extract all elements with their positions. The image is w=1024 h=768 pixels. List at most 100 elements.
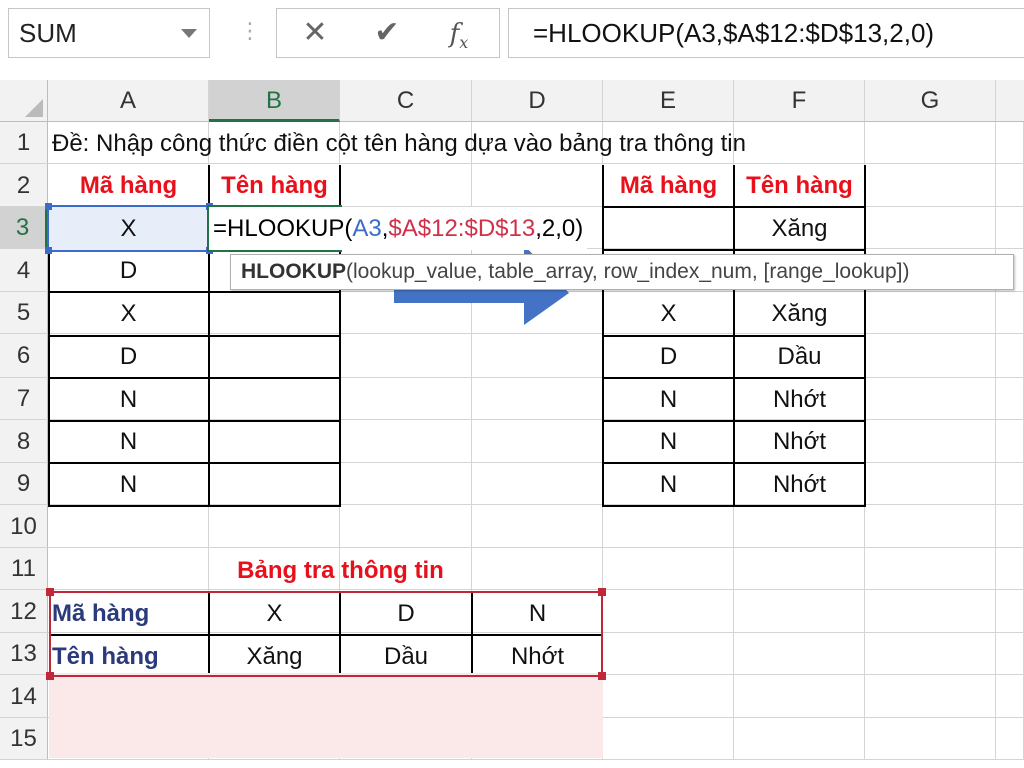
function-tooltip[interactable]: HLOOKUP(lookup_value, table_array, row_i… (230, 254, 1014, 290)
cell-f13[interactable] (734, 633, 865, 675)
row-header-10[interactable]: 10 (0, 505, 48, 548)
cell-g1[interactable] (865, 122, 996, 164)
cell-d6[interactable] (472, 334, 603, 378)
cell-d10[interactable] (472, 505, 603, 548)
cell-f8[interactable]: Nhớt (734, 421, 865, 463)
cell-e14[interactable] (603, 675, 734, 718)
cell-h1[interactable] (996, 122, 1024, 164)
range-handle-tr[interactable] (598, 588, 606, 596)
cell-a9[interactable]: N (48, 463, 209, 506)
formula-input[interactable]: =HLOOKUP(A3,$A$12:$D$13,2,0) (508, 8, 1024, 58)
row-header-7[interactable]: 7 (0, 378, 48, 420)
cell-e3[interactable] (603, 207, 734, 249)
cell-e10[interactable] (603, 505, 734, 548)
cell-h2[interactable] (996, 164, 1024, 207)
cell-e6[interactable]: D (603, 336, 734, 378)
cell-a8[interactable]: N (48, 421, 209, 463)
cell-h5[interactable] (996, 292, 1024, 334)
cell-b9[interactable] (209, 463, 340, 505)
col-header-b[interactable]: B (209, 80, 340, 122)
cell-h11[interactable] (996, 548, 1024, 590)
cell-d8[interactable] (472, 420, 603, 463)
range-handle-bl[interactable] (46, 672, 54, 680)
cell-b7[interactable] (209, 378, 340, 420)
cell-h6[interactable] (996, 334, 1024, 378)
cell-g14[interactable] (865, 675, 996, 718)
insert-function-icon[interactable]: fx (429, 9, 489, 57)
cell-e5[interactable]: X (603, 292, 734, 336)
cell-h8[interactable] (996, 420, 1024, 463)
cell-h7[interactable] (996, 378, 1024, 420)
row-header-3[interactable]: 3 (0, 207, 48, 249)
col-header-e[interactable]: E (603, 80, 734, 122)
blue-handle-tl[interactable] (45, 203, 52, 210)
cell-g15[interactable] (865, 718, 996, 760)
cell-g11[interactable] (865, 548, 996, 590)
cell-b3-editing[interactable]: =HLOOKUP(A3,$A$12:$D$13,2,0) (213, 207, 588, 250)
row-header-11[interactable]: 11 (0, 548, 48, 590)
cell-e13[interactable] (603, 633, 734, 675)
name-box-dropdown-icon[interactable] (181, 29, 197, 38)
cell-g6[interactable] (865, 334, 996, 378)
cell-d9[interactable] (472, 463, 603, 505)
cell-e12[interactable] (603, 590, 734, 633)
range-handle-tl[interactable] (46, 588, 54, 596)
cell-f14[interactable] (734, 675, 865, 718)
col-header-g[interactable]: G (865, 80, 996, 122)
row-header-5[interactable]: 5 (0, 292, 48, 334)
row-header-4[interactable]: 4 (0, 249, 48, 292)
row-header-6[interactable]: 6 (0, 334, 48, 378)
cell-a4[interactable]: D (48, 250, 209, 292)
row-header-13[interactable]: 13 (0, 633, 48, 675)
cell-f6[interactable]: Dầu (734, 336, 865, 378)
cell-h15[interactable] (996, 718, 1024, 760)
cell-f15[interactable] (734, 718, 865, 760)
cell-h9[interactable] (996, 463, 1024, 505)
cell-c8[interactable] (340, 420, 472, 463)
cell-g2[interactable] (865, 164, 996, 207)
col-header-a[interactable]: A (48, 80, 209, 122)
cell-g5[interactable] (865, 292, 996, 334)
cell-h12[interactable] (996, 590, 1024, 633)
col-header-d[interactable]: D (472, 80, 603, 122)
cell-a7[interactable]: N (48, 378, 209, 421)
cell-f10[interactable] (734, 505, 865, 548)
cell-f11[interactable] (734, 548, 865, 590)
col-header-c[interactable]: C (340, 80, 472, 122)
cell-h13[interactable] (996, 633, 1024, 675)
cell-f3[interactable]: Xăng (734, 207, 865, 250)
cell-h3[interactable] (996, 207, 1024, 249)
cell-c2[interactable] (340, 164, 472, 207)
cell-c7[interactable] (340, 378, 472, 420)
cell-c6[interactable] (340, 334, 472, 378)
cell-f1[interactable] (734, 122, 865, 164)
cell-a6[interactable]: D (48, 336, 209, 378)
cell-g8[interactable] (865, 420, 996, 463)
row-header-15[interactable]: 15 (0, 718, 48, 760)
cell-g9[interactable] (865, 463, 996, 505)
row-header-2[interactable]: 2 (0, 164, 48, 207)
cell-e7[interactable]: N (603, 378, 734, 421)
row-header-8[interactable]: 8 (0, 420, 48, 463)
row-header-12[interactable]: 12 (0, 590, 48, 633)
cell-b5[interactable] (209, 292, 340, 334)
row-header-9[interactable]: 9 (0, 463, 48, 505)
cell-e11[interactable] (603, 548, 734, 590)
cell-c9[interactable] (340, 463, 472, 505)
col-header-f[interactable]: F (734, 80, 865, 122)
blue-handle-bl[interactable] (45, 247, 52, 254)
cell-d2[interactable] (472, 164, 603, 207)
cancel-icon[interactable]: ✕ (285, 9, 345, 57)
cell-a5[interactable]: X (48, 292, 209, 336)
enter-check-icon[interactable]: ✔ (357, 9, 417, 57)
select-all-button[interactable] (0, 80, 48, 122)
cell-d7[interactable] (472, 378, 603, 420)
cell-g12[interactable] (865, 590, 996, 633)
cell-h10[interactable] (996, 505, 1024, 548)
cell-f12[interactable] (734, 590, 865, 633)
drag-handle-icon[interactable]: ⋮ (239, 20, 261, 42)
cell-b6[interactable] (209, 334, 340, 378)
row-header-1[interactable]: 1 (0, 122, 48, 164)
cell-e8[interactable]: N (603, 421, 734, 463)
cell-a10[interactable] (48, 505, 209, 548)
